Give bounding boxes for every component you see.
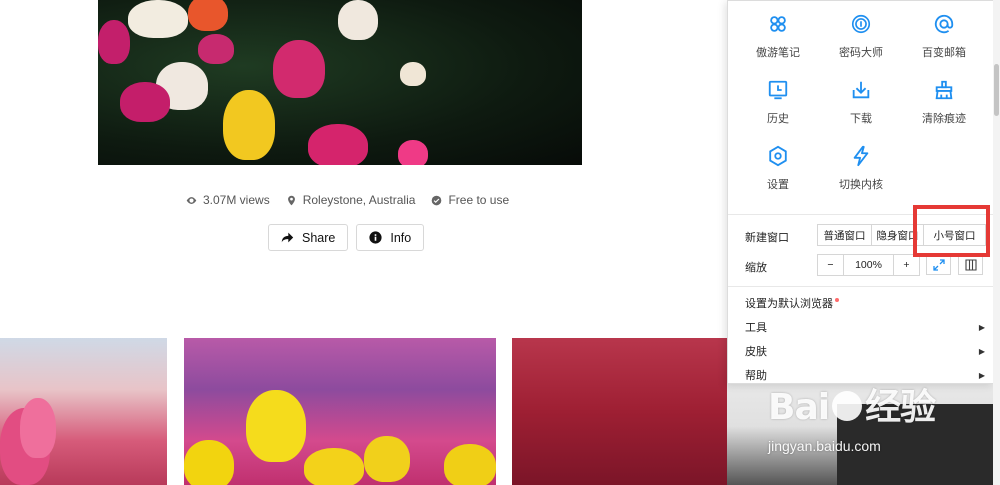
location-text: Roleystone, Australia bbox=[302, 193, 416, 207]
set-default-browser-item[interactable]: 设置为默认浏览器 bbox=[745, 293, 987, 313]
menu-item-notes[interactable]: 傲游笔记 bbox=[738, 13, 818, 60]
chevron-right-icon: ▶ bbox=[978, 370, 985, 380]
zoom-in-button[interactable]: + bbox=[894, 255, 919, 275]
menu-item-password[interactable]: 密码大师 bbox=[821, 13, 901, 60]
columns-icon bbox=[964, 259, 977, 271]
menu-item-password-label: 密码大师 bbox=[839, 47, 883, 59]
menu-item-email[interactable]: 百变邮箱 bbox=[904, 13, 984, 60]
new-window-label: 新建窗口 bbox=[745, 232, 789, 244]
skins-menu-item[interactable]: 皮肤 ▶ bbox=[745, 341, 987, 361]
menu-item-history-label: 历史 bbox=[767, 113, 789, 125]
tools-menu-item[interactable]: 工具 ▶ bbox=[745, 317, 987, 337]
menu-item-clear-traces[interactable]: 清除痕迹 bbox=[904, 79, 984, 126]
zoom-control: − 100% + bbox=[817, 254, 920, 276]
fingerprint-icon bbox=[851, 14, 871, 34]
set-default-browser-label: 设置为默认浏览器 bbox=[745, 298, 833, 310]
tools-label: 工具 bbox=[745, 322, 767, 334]
chevron-right-icon: ▶ bbox=[978, 346, 985, 356]
gear-icon bbox=[769, 145, 787, 167]
history-icon bbox=[768, 80, 788, 100]
skins-label: 皮肤 bbox=[745, 346, 767, 358]
notification-dot bbox=[835, 297, 839, 302]
email-at-icon bbox=[934, 14, 954, 34]
views-count: 3.07M views bbox=[203, 193, 270, 207]
menu-item-settings[interactable]: 设置 bbox=[738, 145, 818, 192]
fullscreen-button[interactable] bbox=[926, 255, 951, 275]
menu-item-switch-engine[interactable]: 切换内核 bbox=[821, 145, 901, 192]
menu-item-download[interactable]: 下载 bbox=[821, 79, 901, 126]
views-meta: 3.07M views bbox=[186, 193, 270, 207]
info-button[interactable]: Info bbox=[356, 224, 425, 251]
check-circle-icon bbox=[432, 195, 442, 205]
help-label: 帮助 bbox=[745, 370, 767, 382]
menu-item-settings-label: 设置 bbox=[767, 179, 789, 191]
browser-main-menu: 傲游笔记 密码大师 百变邮箱 历史 下载 清除痕迹 设置 切换内核 新建窗口 普… bbox=[727, 0, 994, 384]
menu-item-clear-traces-label: 清除痕迹 bbox=[922, 113, 966, 125]
menu-item-download-label: 下载 bbox=[850, 113, 872, 125]
location-pin-icon bbox=[287, 195, 295, 205]
gallery-photo-1[interactable] bbox=[0, 338, 167, 485]
hero-photo[interactable] bbox=[98, 0, 582, 165]
download-icon bbox=[852, 81, 870, 99]
scrollbar-thumb[interactable] bbox=[994, 64, 999, 116]
clear-traces-icon bbox=[935, 80, 953, 100]
menu-item-email-label: 百变邮箱 bbox=[922, 47, 966, 59]
zoom-out-button[interactable]: − bbox=[818, 255, 844, 275]
license-meta: Free to use bbox=[431, 193, 509, 207]
menu-divider bbox=[728, 286, 993, 287]
eye-icon bbox=[186, 196, 197, 204]
menu-item-history[interactable]: 历史 bbox=[738, 79, 818, 126]
chevron-right-icon: ▶ bbox=[978, 322, 985, 332]
location-meta: Roleystone, Australia bbox=[286, 193, 416, 207]
info-label: Info bbox=[390, 230, 412, 245]
fullscreen-icon bbox=[932, 259, 945, 271]
photo-meta: 3.07M views Roleystone, Australia Free t… bbox=[186, 193, 509, 207]
share-arrow-icon bbox=[281, 232, 294, 243]
license-text: Free to use bbox=[448, 193, 510, 207]
menu-item-notes-label: 傲游笔记 bbox=[756, 47, 800, 59]
menu-item-switch-engine-label: 切换内核 bbox=[839, 179, 883, 191]
zoom-label: 缩放 bbox=[745, 262, 767, 274]
annotation-highlight-box bbox=[913, 205, 990, 257]
info-icon bbox=[369, 231, 382, 244]
split-view-button[interactable] bbox=[958, 255, 983, 275]
help-menu-item[interactable]: 帮助 ▶ bbox=[745, 365, 987, 385]
normal-window-button[interactable]: 普通窗口 bbox=[818, 225, 872, 245]
gallery-photo-2[interactable] bbox=[184, 338, 496, 485]
note-icon bbox=[770, 16, 786, 32]
lightning-icon bbox=[853, 145, 869, 167]
gallery-photo-3[interactable] bbox=[512, 338, 727, 485]
share-label: Share bbox=[302, 230, 336, 245]
zoom-value: 100% bbox=[844, 255, 894, 275]
share-button[interactable]: Share bbox=[268, 224, 349, 251]
